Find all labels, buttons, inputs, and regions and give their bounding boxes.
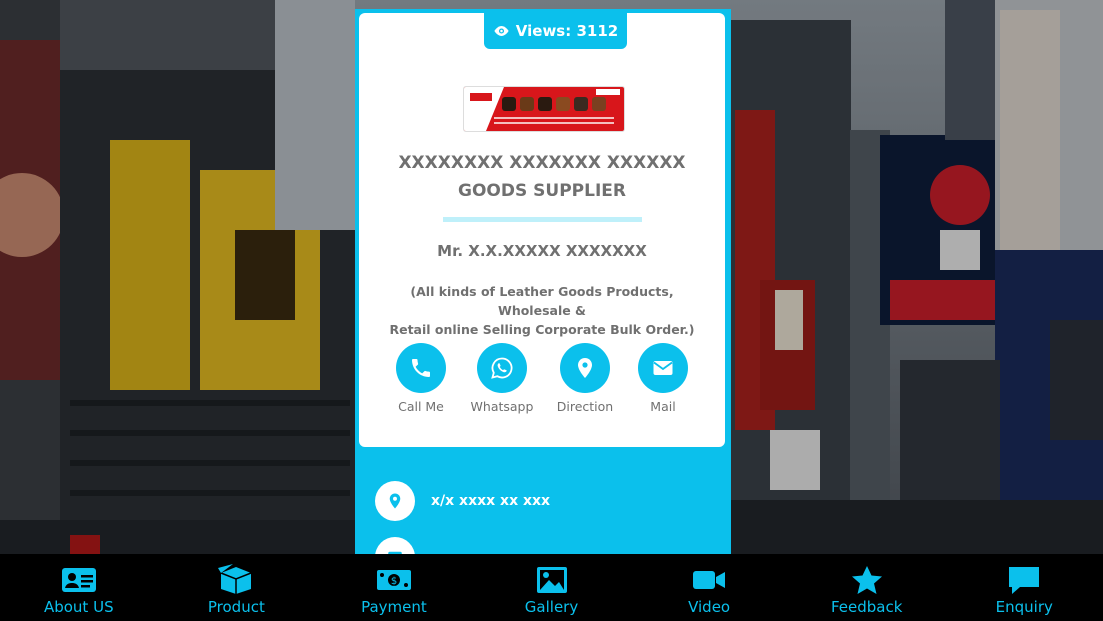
box-icon bbox=[218, 564, 252, 594]
business-tagline: (All kinds of Leather Goods Products, Wh… bbox=[377, 282, 707, 339]
whatsapp-button[interactable]: Whatsapp bbox=[457, 343, 547, 414]
money-icon: $ bbox=[376, 570, 411, 590]
svg-text:$: $ bbox=[391, 576, 397, 587]
company-logo bbox=[463, 86, 625, 132]
address-row: x/x xxxx xx xxx bbox=[375, 481, 550, 521]
nav-video[interactable]: Video bbox=[630, 554, 788, 621]
mail-button[interactable]: Mail bbox=[618, 343, 708, 414]
map-pin-icon bbox=[578, 358, 592, 378]
nav-about-us-label: About US bbox=[43, 598, 114, 616]
nav-gallery-label: Gallery bbox=[524, 598, 579, 616]
profile-card: Views: 3112 XXXXXXXX XXXXXXX XXXXXX GOOD… bbox=[359, 13, 725, 447]
direction-button[interactable]: Direction bbox=[540, 343, 630, 414]
nav-enquiry-label: Enquiry bbox=[995, 598, 1053, 616]
email-row bbox=[375, 537, 431, 554]
eye-icon bbox=[494, 26, 509, 36]
nav-video-label: Video bbox=[688, 598, 731, 616]
tagline-line1: (All kinds of Leather Goods Products, Wh… bbox=[410, 284, 674, 318]
business-card-panel: Views: 3112 XXXXXXXX XXXXXXX XXXXXX GOOD… bbox=[355, 9, 731, 554]
nav-product[interactable]: Product bbox=[158, 554, 316, 621]
nav-payment[interactable]: $ Payment bbox=[315, 554, 473, 621]
address-text: x/x xxxx xx xxx bbox=[431, 493, 551, 509]
direction-label: Direction bbox=[556, 399, 614, 414]
id-card-icon bbox=[61, 568, 96, 592]
call-me-button[interactable]: Call Me bbox=[376, 343, 466, 414]
phone-icon bbox=[412, 359, 430, 377]
nav-product-label: Product bbox=[207, 598, 265, 616]
tagline-line2: Retail online Selling Corporate Bulk Ord… bbox=[389, 322, 695, 337]
image-icon bbox=[536, 567, 567, 593]
views-label: Views: 3112 bbox=[515, 22, 619, 40]
bottom-navigation-bar: About US Product $ Payment Gallery Video… bbox=[0, 554, 1103, 621]
mail-label: Mail bbox=[650, 399, 676, 414]
location-icon bbox=[375, 481, 415, 521]
views-badge: Views: 3112 bbox=[484, 13, 627, 49]
nav-payment-label: Payment bbox=[361, 598, 427, 616]
contact-actions: Call Me Whatsapp Direction Mail bbox=[359, 343, 725, 433]
nav-gallery[interactable]: Gallery bbox=[473, 554, 631, 621]
mail-icon bbox=[375, 537, 415, 554]
nav-about-us[interactable]: About US bbox=[0, 554, 158, 621]
nav-feedback[interactable]: Feedback bbox=[788, 554, 946, 621]
contact-person-name: Mr. X.X.XXXXX XXXXXXX bbox=[437, 242, 647, 260]
company-name-line2: GOODS SUPPLIER bbox=[458, 181, 626, 201]
star-icon bbox=[851, 566, 882, 594]
mail-icon bbox=[653, 361, 673, 375]
divider bbox=[443, 217, 642, 222]
call-me-label: Call Me bbox=[398, 399, 444, 414]
nav-feedback-label: Feedback bbox=[830, 598, 903, 616]
whatsapp-icon bbox=[491, 357, 513, 379]
company-name: XXXXXXXX XXXXXXX XXXXXX GOODS SUPPLIER bbox=[377, 149, 707, 205]
company-name-line1: XXXXXXXX XXXXXXX XXXXXX bbox=[398, 153, 686, 173]
nav-enquiry[interactable]: Enquiry bbox=[945, 554, 1103, 621]
whatsapp-label: Whatsapp bbox=[470, 399, 534, 414]
comment-icon bbox=[1009, 567, 1040, 594]
video-icon bbox=[693, 571, 726, 589]
